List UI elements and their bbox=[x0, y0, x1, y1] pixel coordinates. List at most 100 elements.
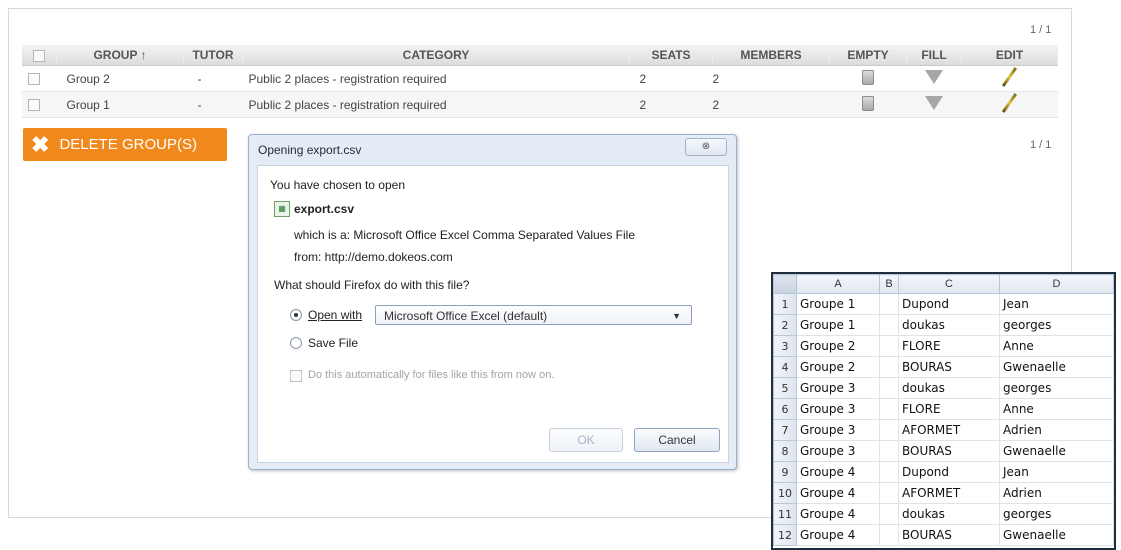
select-all-checkbox[interactable] bbox=[33, 49, 45, 62]
cell-c[interactable]: BOURAS bbox=[898, 356, 1000, 378]
cell-c[interactable]: Dupond bbox=[898, 461, 1000, 483]
row-number[interactable]: 4 bbox=[773, 356, 797, 378]
cell-b[interactable] bbox=[879, 524, 899, 546]
cell-d[interactable]: georges bbox=[999, 377, 1114, 399]
cell-b[interactable] bbox=[879, 293, 899, 315]
fill-group-icon[interactable] bbox=[925, 70, 943, 84]
delete-groups-button[interactable]: ✖ DELETE GROUP(S) bbox=[23, 128, 227, 161]
group-name[interactable]: Group 1 bbox=[56, 91, 184, 118]
cell-c[interactable]: BOURAS bbox=[898, 440, 1000, 462]
fill-cell[interactable] bbox=[906, 91, 962, 118]
select-all-header[interactable] bbox=[22, 45, 57, 66]
cell-b[interactable] bbox=[879, 461, 899, 483]
cell-d[interactable]: Jean bbox=[999, 293, 1114, 315]
row-checkbox[interactable] bbox=[28, 99, 40, 112]
cell-b[interactable] bbox=[879, 377, 899, 399]
cell-a[interactable]: Groupe 4 bbox=[796, 461, 880, 483]
empty-group-icon[interactable] bbox=[862, 95, 874, 111]
cell-c[interactable]: AFORMET bbox=[898, 482, 1000, 504]
cell-a[interactable]: Groupe 3 bbox=[796, 398, 880, 420]
open-with-select[interactable]: Microsoft Office Excel (default) ▼ bbox=[375, 305, 692, 325]
row-number[interactable]: 2 bbox=[773, 314, 797, 336]
cell-c[interactable]: AFORMET bbox=[898, 419, 1000, 441]
cell-b[interactable] bbox=[879, 482, 899, 504]
cell-c[interactable]: doukas bbox=[898, 314, 1000, 336]
cell-d[interactable]: Gwenaelle bbox=[999, 524, 1114, 546]
cell-d[interactable]: Gwenaelle bbox=[999, 356, 1114, 378]
row-checkbox[interactable] bbox=[28, 73, 40, 86]
cell-a[interactable]: Groupe 1 bbox=[796, 293, 880, 315]
cell-c[interactable]: BOURAS bbox=[898, 524, 1000, 546]
cell-d[interactable]: Adrien bbox=[999, 482, 1114, 504]
col-tutor[interactable]: TUTOR bbox=[183, 45, 243, 66]
auto-label[interactable]: Do this automatically for files like thi… bbox=[308, 369, 554, 381]
cell-b[interactable] bbox=[879, 356, 899, 378]
cell-d[interactable]: Anne bbox=[999, 335, 1114, 357]
row-number[interactable]: 1 bbox=[773, 293, 797, 315]
dialog-close-button[interactable]: ⊗ bbox=[685, 138, 727, 156]
cell-a[interactable]: Groupe 1 bbox=[796, 314, 880, 336]
cell-c[interactable]: Dupond bbox=[898, 293, 1000, 315]
row-checkbox-cell[interactable] bbox=[22, 65, 57, 92]
cell-d[interactable]: Gwenaelle bbox=[999, 440, 1114, 462]
cell-b[interactable] bbox=[879, 419, 899, 441]
row-number[interactable]: 11 bbox=[773, 503, 797, 525]
edit-pencil-icon[interactable] bbox=[1001, 93, 1018, 113]
ok-button[interactable]: OK bbox=[549, 428, 623, 452]
save-file-label[interactable]: Save File bbox=[308, 336, 358, 350]
row-number[interactable]: 9 bbox=[773, 461, 797, 483]
cell-c[interactable]: doukas bbox=[898, 377, 1000, 399]
cell-d[interactable]: Jean bbox=[999, 461, 1114, 483]
edit-pencil-icon[interactable] bbox=[1001, 67, 1018, 87]
cell-b[interactable] bbox=[879, 503, 899, 525]
group-name[interactable]: Group 2 bbox=[56, 65, 184, 92]
open-with-label[interactable]: Open with bbox=[308, 308, 362, 322]
cell-d[interactable]: georges bbox=[999, 503, 1114, 525]
col-a-header[interactable]: A bbox=[796, 274, 880, 294]
cancel-button[interactable]: Cancel bbox=[634, 428, 720, 452]
cell-c[interactable]: FLORE bbox=[898, 398, 1000, 420]
col-members[interactable]: MEMBERS bbox=[712, 45, 830, 66]
row-number[interactable]: 8 bbox=[773, 440, 797, 462]
empty-cell[interactable] bbox=[829, 65, 907, 92]
row-number[interactable]: 10 bbox=[773, 482, 797, 504]
cell-a[interactable]: Groupe 4 bbox=[796, 524, 880, 546]
cell-a[interactable]: Groupe 3 bbox=[796, 419, 880, 441]
select-all-corner[interactable] bbox=[773, 274, 797, 294]
auto-checkbox[interactable] bbox=[290, 370, 302, 382]
open-with-radio[interactable] bbox=[290, 309, 302, 321]
cell-b[interactable] bbox=[879, 314, 899, 336]
empty-cell[interactable] bbox=[829, 91, 907, 118]
col-group[interactable]: GROUP ↑ bbox=[56, 45, 184, 66]
cell-d[interactable]: Anne bbox=[999, 398, 1114, 420]
cell-d[interactable]: georges bbox=[999, 314, 1114, 336]
col-b-header[interactable]: B bbox=[879, 274, 899, 294]
cell-c[interactable]: FLORE bbox=[898, 335, 1000, 357]
row-number[interactable]: 7 bbox=[773, 419, 797, 441]
cell-c[interactable]: doukas bbox=[898, 503, 1000, 525]
fill-group-icon[interactable] bbox=[925, 96, 943, 110]
col-seats[interactable]: SEATS bbox=[629, 45, 713, 66]
row-checkbox-cell[interactable] bbox=[22, 91, 57, 118]
col-d-header[interactable]: D bbox=[999, 274, 1114, 294]
row-number[interactable]: 12 bbox=[773, 524, 797, 546]
empty-group-icon[interactable] bbox=[862, 69, 874, 85]
row-number[interactable]: 6 bbox=[773, 398, 797, 420]
fill-cell[interactable] bbox=[906, 65, 962, 92]
cell-a[interactable]: Groupe 4 bbox=[796, 482, 880, 504]
cell-b[interactable] bbox=[879, 440, 899, 462]
save-file-radio[interactable] bbox=[290, 337, 302, 349]
cell-a[interactable]: Groupe 3 bbox=[796, 440, 880, 462]
cell-a[interactable]: Groupe 3 bbox=[796, 377, 880, 399]
cell-b[interactable] bbox=[879, 335, 899, 357]
row-number[interactable]: 5 bbox=[773, 377, 797, 399]
edit-cell[interactable] bbox=[961, 91, 1058, 118]
row-number[interactable]: 3 bbox=[773, 335, 797, 357]
col-category[interactable]: CATEGORY bbox=[242, 45, 630, 66]
cell-d[interactable]: Adrien bbox=[999, 419, 1114, 441]
col-c-header[interactable]: C bbox=[898, 274, 1000, 294]
edit-cell[interactable] bbox=[961, 65, 1058, 92]
cell-a[interactable]: Groupe 4 bbox=[796, 503, 880, 525]
cell-b[interactable] bbox=[879, 398, 899, 420]
cell-a[interactable]: Groupe 2 bbox=[796, 356, 880, 378]
